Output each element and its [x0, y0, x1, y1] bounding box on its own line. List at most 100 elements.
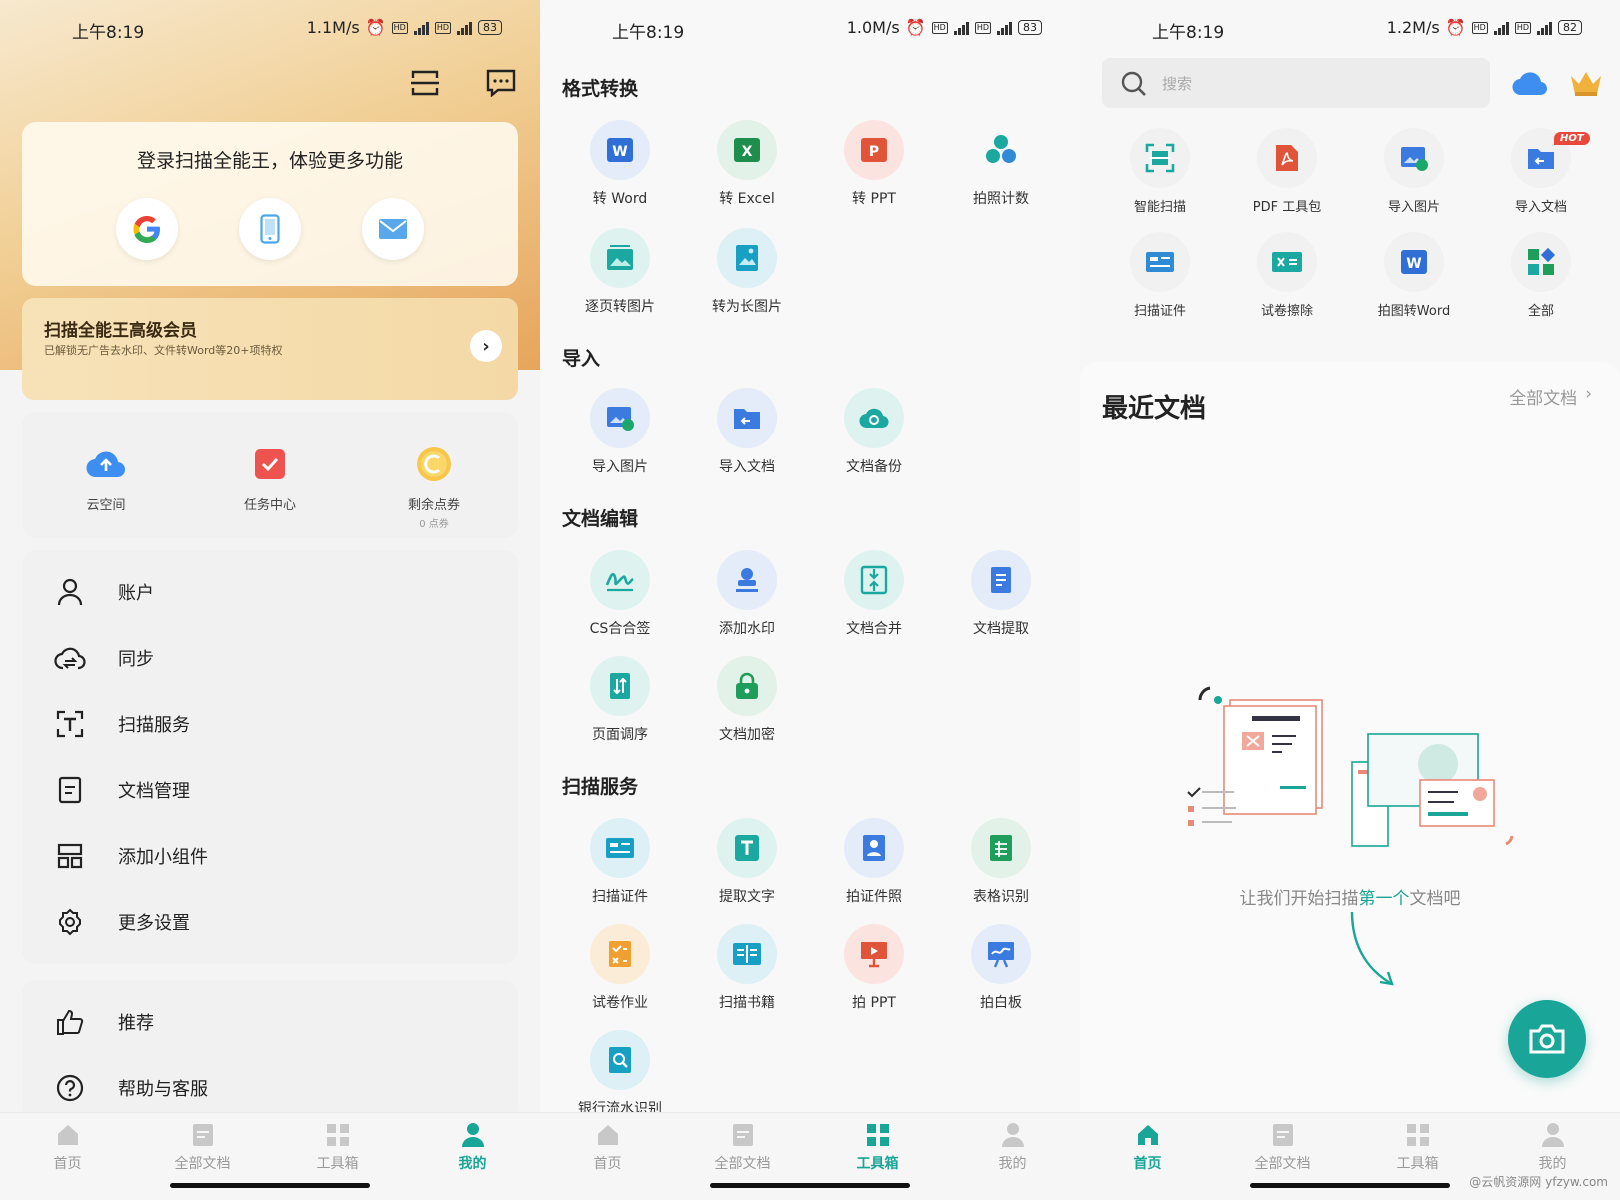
- menu-item-recommend[interactable]: 推荐: [22, 994, 518, 1050]
- tab-home[interactable]: 首页: [1080, 1121, 1215, 1173]
- tab-me[interactable]: 我的: [945, 1121, 1080, 1173]
- tab-me[interactable]: 我的: [405, 1121, 540, 1173]
- tool-page-to-image[interactable]: 逐页转图片: [565, 228, 675, 316]
- tool-shoot-ppt[interactable]: 拍 PPT: [819, 924, 929, 1012]
- menu-item-scan-service[interactable]: 扫描服务: [22, 696, 518, 752]
- tool-table-recog[interactable]: 表格识别: [946, 818, 1056, 906]
- tool-label: 页面调序: [592, 727, 648, 743]
- empty-message-post: 文档吧: [1409, 889, 1461, 909]
- tool-label: 扫描书籍: [719, 995, 775, 1011]
- svg-text:X: X: [742, 144, 753, 160]
- tool-to-ppt[interactable]: P 转 PPT: [819, 120, 929, 208]
- tool-long-image[interactable]: 转为长图片: [692, 228, 802, 316]
- tab-toolbox[interactable]: 工具箱: [810, 1121, 945, 1173]
- tool-pdf-kit[interactable]: PDF 工具包: [1232, 128, 1342, 215]
- tool-to-excel[interactable]: X 转 Excel: [692, 120, 802, 208]
- tool-scan-id[interactable]: 扫描证件: [1105, 232, 1215, 319]
- crown-icon[interactable]: [1566, 66, 1606, 100]
- vip-subtitle: 已解锁无广告去水印、文件转Word等20+项特权: [44, 344, 283, 357]
- search-input[interactable]: 搜索: [1102, 58, 1490, 108]
- tool-page-order[interactable]: 页面调序: [565, 656, 675, 744]
- document-icon: [52, 772, 88, 808]
- tool-label: 转 PPT: [852, 191, 896, 207]
- signal-icon: [1493, 21, 1509, 35]
- empty-message: 让我们开始扫描第一个文档吧: [1080, 884, 1620, 909]
- tab-toolbox[interactable]: 工具箱: [270, 1121, 405, 1173]
- import-folder-icon: [717, 388, 777, 448]
- tool-extract-text[interactable]: 提取文字: [692, 818, 802, 906]
- tool-doc-merge[interactable]: 文档合并: [819, 550, 929, 638]
- tool-cs-sign[interactable]: CS合合签: [565, 550, 675, 638]
- cloud-icon[interactable]: [1510, 66, 1550, 100]
- tool-to-word[interactable]: W 转 Word: [565, 120, 675, 208]
- message-icon[interactable]: [484, 66, 518, 100]
- tool-label: 导入图片: [592, 459, 648, 475]
- toolbox-icon: [865, 1121, 891, 1149]
- tool-photo-count[interactable]: 拍照计数: [946, 120, 1056, 208]
- tab-all-docs[interactable]: 全部文档: [675, 1121, 810, 1173]
- tool-doc-extract[interactable]: 文档提取: [946, 550, 1056, 638]
- tool-label: 添加水印: [719, 621, 775, 637]
- task-check-icon: [248, 442, 292, 486]
- tab-me[interactable]: 我的: [1485, 1121, 1620, 1173]
- signature-icon: [590, 550, 650, 610]
- tool-import-image[interactable]: 导入图片: [1359, 128, 1469, 215]
- bottom-tab-bar: 首页 全部文档 工具箱 我的: [0, 1112, 540, 1200]
- tool-whiteboard[interactable]: 拍白板: [946, 924, 1056, 1012]
- coupon-count: 0 点券: [419, 519, 449, 530]
- tool-photo-to-word[interactable]: W 拍图转Word: [1359, 232, 1469, 319]
- menu-item-widget[interactable]: 添加小组件: [22, 828, 518, 884]
- menu-item-doc-manage[interactable]: 文档管理: [22, 762, 518, 818]
- tool-doc-encrypt[interactable]: 文档加密: [692, 656, 802, 744]
- tool-all[interactable]: 全部: [1486, 232, 1596, 319]
- all-docs-link[interactable]: 全部文档 ›: [1509, 384, 1592, 409]
- tool-doc-backup[interactable]: 文档备份: [819, 388, 929, 476]
- camera-scan-button[interactable]: [1508, 1000, 1586, 1078]
- tool-label: 导入文档: [719, 459, 775, 475]
- tool-label: 拍照计数: [973, 191, 1029, 207]
- task-center-item[interactable]: 任务中心: [210, 442, 330, 513]
- toolbox-icon: [1405, 1121, 1431, 1149]
- cloud-space-item[interactable]: 云空间: [46, 442, 166, 513]
- tool-scan-id[interactable]: 扫描证件: [565, 818, 675, 906]
- google-login-button[interactable]: [116, 198, 178, 260]
- vip-banner[interactable]: 扫描全能王高级会员 已解锁无广告去水印、文件转Word等20+项特权 ›: [22, 298, 518, 400]
- import-image-icon: [590, 388, 650, 448]
- tool-label: 全部: [1527, 304, 1554, 319]
- tool-add-watermark[interactable]: 添加水印: [692, 550, 802, 638]
- home-screen: 上午8:19 1.2M/s ⏰ HD HD 82 搜索 智能扫描 PDF 工具包…: [1080, 0, 1620, 1200]
- tool-id-photo[interactable]: 拍证件照: [819, 818, 929, 906]
- tool-label: 文档合并: [846, 621, 902, 637]
- email-login-button[interactable]: [362, 198, 424, 260]
- tool-import-image[interactable]: 导入图片: [565, 388, 675, 476]
- tool-exam-erase[interactable]: 试卷擦除: [1232, 232, 1342, 319]
- tool-scan-book[interactable]: 扫描书籍: [692, 924, 802, 1012]
- stamp-icon: [717, 550, 777, 610]
- menu-label: 帮助与客服: [118, 1079, 208, 1100]
- toolbox-icon: [325, 1121, 351, 1149]
- tab-all-docs[interactable]: 全部文档: [135, 1121, 270, 1173]
- coupon-item[interactable]: 剩余点券 0 点券: [374, 442, 494, 530]
- status-time: 上午8:19: [72, 23, 145, 43]
- tab-home[interactable]: 首页: [0, 1121, 135, 1173]
- phone-login-button[interactable]: [239, 198, 301, 260]
- import-image-icon: [1384, 128, 1444, 188]
- tool-bank-statement[interactable]: 银行流水识别: [565, 1030, 675, 1118]
- menu-item-settings[interactable]: 更多设置: [22, 894, 518, 950]
- cloud-sync-icon: [52, 640, 88, 676]
- login-card: 登录扫描全能王，体验更多功能: [22, 122, 518, 286]
- tab-toolbox[interactable]: 工具箱: [1350, 1121, 1485, 1173]
- id-card-icon: [1130, 232, 1190, 292]
- menu-item-sync[interactable]: 同步: [22, 630, 518, 686]
- tab-home[interactable]: 首页: [540, 1121, 675, 1173]
- tool-exam-homework[interactable]: 试卷作业: [565, 924, 675, 1012]
- tab-all-docs[interactable]: 全部文档: [1215, 1121, 1350, 1173]
- help-icon: [52, 1070, 88, 1106]
- chevron-right-icon[interactable]: ›: [470, 330, 502, 362]
- user-icon: [52, 574, 88, 610]
- menu-item-account[interactable]: 账户: [22, 564, 518, 620]
- menu-item-help[interactable]: 帮助与客服: [22, 1060, 518, 1116]
- tool-import-doc[interactable]: 导入文档: [692, 388, 802, 476]
- tool-smart-scan[interactable]: 智能扫描: [1105, 128, 1215, 215]
- scan-qr-icon[interactable]: [408, 66, 442, 100]
